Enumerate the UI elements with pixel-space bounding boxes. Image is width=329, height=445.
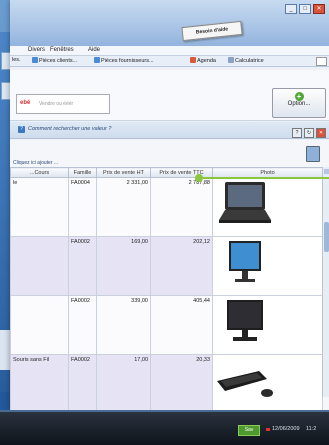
cell-libelle[interactable]: Souris sans Fil — [10, 354, 69, 414]
app-window: _ □ ✕ Besoin d'aide Divers Fenêtres Aide… — [10, 0, 329, 414]
vertical-scrollbar[interactable] — [322, 167, 329, 397]
toolbar-close-icon[interactable] — [316, 57, 327, 66]
add-icon: + — [294, 92, 304, 101]
search-panel: ebé Vendre ou ééér + Option... — [10, 70, 329, 121]
column-header-famille[interactable]: Famille — [68, 167, 97, 178]
cell-libelle[interactable] — [10, 295, 69, 355]
cell-photo[interactable] — [212, 236, 323, 296]
cell-famille[interactable]: FA0002 — [68, 354, 97, 414]
minimize-button[interactable]: _ — [285, 4, 297, 14]
keyboard-mouse-photo — [217, 371, 273, 397]
table-header: ...Cours Famille Prix de vente HT Prix d… — [10, 167, 323, 178]
cell-famille[interactable]: FA0002 — [68, 236, 97, 296]
close-icon[interactable]: ✕ — [316, 128, 326, 138]
suppliers-icon — [94, 57, 100, 63]
menu-fenetres[interactable]: Fenêtres — [50, 47, 74, 53]
monitor-photo — [227, 300, 263, 341]
column-header-libelle[interactable]: ...Cours — [10, 167, 69, 178]
tray-badge[interactable]: Sav — [238, 425, 260, 436]
refresh-icon[interactable]: ↻ — [304, 128, 314, 138]
cell-libelle[interactable]: le — [10, 177, 69, 237]
toolbar-agenda-item[interactable]: Agenda — [190, 57, 216, 64]
pointer-line — [203, 177, 329, 179]
cell-prix-ttc[interactable]: 20,33 — [150, 354, 213, 414]
toolbar-suppliers-item[interactable]: Pièces fournisseurs... — [94, 57, 154, 64]
scrollbar-thumb[interactable] — [324, 222, 329, 252]
cell-photo[interactable] — [212, 295, 323, 355]
cell-photo[interactable] — [212, 177, 323, 237]
search-placeholder: Vendre ou ééér — [39, 101, 74, 107]
cell-prix-ht[interactable]: 169,00 — [96, 236, 151, 296]
taskbar-border — [0, 410, 329, 412]
help-link[interactable]: Comment rechercher une valeur ? — [28, 126, 111, 132]
cell-prix-ttc[interactable]: 405,44 — [150, 295, 213, 355]
search-logo: ebé — [20, 100, 31, 106]
maximize-button[interactable]: □ — [299, 4, 311, 14]
table-row[interactable]: Souris sans Fil FA0002 17,00 20,33 — [10, 354, 323, 414]
clients-icon — [32, 57, 38, 63]
menu-aide[interactable]: Aide — [88, 47, 100, 53]
cell-libelle[interactable] — [10, 236, 69, 296]
add-row-link[interactable]: Cliquez ici ajouter ... — [10, 160, 313, 167]
cell-famille[interactable]: FA0002 — [68, 295, 97, 355]
close-button[interactable]: ✕ — [313, 4, 325, 14]
column-header-prix-ht[interactable]: Prix de vente HT — [96, 167, 151, 178]
table-row[interactable]: FA0002 169,00 202,12 — [10, 236, 323, 296]
toolbar-left-item[interactable]: les. — [12, 57, 21, 63]
toolbar-clients-item[interactable]: Pièces clients... — [32, 57, 77, 64]
cell-prix-ht[interactable]: 2 331,00 — [96, 177, 151, 237]
column-header-prix-ttc[interactable]: Prix de vente TTC — [150, 167, 213, 178]
tray-clock[interactable]: 11:2 — [306, 426, 316, 432]
cell-prix-ht[interactable]: 339,00 — [96, 295, 151, 355]
column-header-photo[interactable]: Photo — [212, 167, 323, 178]
product-table: ...Cours Famille Prix de vente HT Prix d… — [10, 167, 323, 414]
help-icon[interactable]: ? — [292, 128, 302, 138]
options-button[interactable]: + Option... — [272, 88, 326, 118]
cell-prix-ht[interactable]: 17,00 — [96, 354, 151, 414]
help-badge[interactable]: Besoin d'aide — [181, 20, 243, 42]
help-bar-controls: ? ↻ ✕ — [292, 128, 326, 138]
pointer-dot — [195, 174, 203, 182]
tray-status-icon[interactable] — [266, 428, 270, 431]
options-label: Option... — [287, 101, 311, 107]
window-controls: _ □ ✕ — [285, 4, 325, 14]
cell-photo[interactable] — [212, 354, 323, 414]
question-icon: ? — [18, 126, 25, 133]
scroll-up-arrow[interactable] — [324, 169, 329, 174]
menu-bar: Divers Fenêtres Aide — [10, 46, 329, 56]
cell-famille[interactable]: FA0004 — [68, 177, 97, 237]
toolbar: les. Pièces clients... Pièces fournisseu… — [10, 56, 329, 67]
tray-date: 12/06/2009 — [272, 426, 300, 432]
taskbar: Sav 12/06/2009 11:2 — [0, 410, 329, 445]
cell-prix-ttc[interactable]: 2 787,88 — [150, 177, 213, 237]
laptop-photo — [219, 182, 271, 223]
menu-divers[interactable]: Divers — [28, 47, 45, 53]
table-row[interactable]: le FA0004 2 331,00 2 787,88 — [10, 177, 323, 237]
help-bar[interactable]: ? Comment rechercher une valeur ? — [10, 122, 329, 139]
cell-prix-ttc[interactable]: 202,12 — [150, 236, 213, 296]
title-bar: _ □ ✕ Besoin d'aide — [10, 0, 329, 46]
lcd-monitor-photo — [229, 241, 261, 282]
toolbar-calculator-item[interactable]: Calculatrice — [228, 57, 264, 64]
table-row[interactable]: FA0002 339,00 405,44 — [10, 295, 323, 355]
search-input[interactable]: ebé Vendre ou ééér — [16, 94, 110, 114]
calculator-icon — [228, 57, 234, 63]
calendar-icon — [190, 57, 196, 63]
